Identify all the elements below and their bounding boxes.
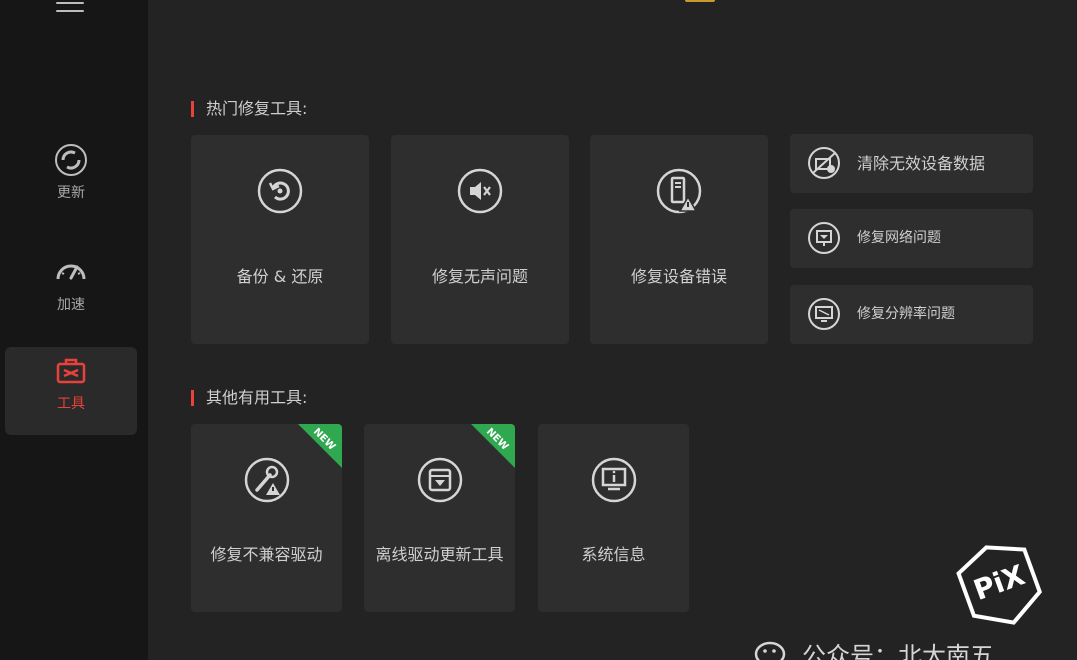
card-label: 备份 & 还原 [236, 267, 324, 286]
hot-tools-title: 热门修复工具: [191, 99, 307, 119]
sidebar-item-label: 更新 [57, 185, 85, 201]
new-badge: NEW [471, 424, 515, 468]
fix-resolution-card[interactable]: 修复分辨率问题 [790, 285, 1033, 344]
clean-invalid-device-card[interactable]: 清除无效设备数据 [790, 134, 1033, 193]
system-info-card[interactable]: 系统信息 [538, 424, 689, 612]
other-tools-title: 其他有用工具: [191, 388, 307, 408]
fix-incompatible-driver-card[interactable]: 修复不兼容驱动 NEW [191, 424, 342, 612]
refresh-circle-icon [55, 144, 87, 176]
fix-device-error-card[interactable]: 修复设备错误 [590, 135, 768, 344]
sidebar: 更新 加速 工具 [0, 0, 148, 660]
fix-network-card[interactable]: 修复网络问题 [790, 209, 1033, 268]
monitor-resolution-icon [808, 298, 840, 330]
fix-no-sound-card[interactable]: 修复无声问题 [391, 135, 569, 344]
card-label: 修复无声问题 [431, 267, 528, 286]
sidebar-item-speed[interactable]: 加速 [5, 248, 137, 336]
card-label: 离线驱动更新工具 [375, 545, 504, 564]
info-monitor-icon [591, 457, 637, 503]
svg-text:PiX: PiX [969, 558, 1029, 607]
sidebar-item-update[interactable]: 更新 [5, 136, 137, 224]
card-label: 修复设备错误 [630, 267, 727, 286]
offline-download-icon [417, 457, 463, 503]
pixtech-watermark-logo: PiX [956, 545, 1043, 625]
app-logo-icon [685, 0, 715, 2]
hamburger-menu-icon[interactable] [56, 0, 84, 16]
backup-restore-card[interactable]: 备份 & 还原 [191, 135, 369, 344]
speaker-mute-icon [457, 168, 503, 214]
new-badge: NEW [298, 424, 342, 468]
backup-restore-icon [257, 168, 303, 214]
sidebar-item-label: 加速 [57, 297, 85, 313]
speedometer-icon [56, 264, 86, 280]
device-clean-icon [808, 147, 840, 179]
app-window: 更新 加速 工具 热门修复工具: 备份 & 还原 修复无声问题 修复设备错误 清… [0, 0, 1077, 660]
sidebar-item-label: 工具 [57, 396, 85, 412]
offline-driver-update-card[interactable]: 离线驱动更新工具 NEW [364, 424, 515, 612]
card-label: 清除无效设备数据 [857, 154, 986, 173]
card-label: 修复网络问题 [857, 230, 941, 246]
toolbox-icon [56, 358, 86, 384]
wrench-warning-icon [244, 457, 290, 503]
sidebar-item-tools[interactable]: 工具 [5, 347, 137, 435]
network-icon [808, 222, 840, 254]
wechat-icon [754, 641, 786, 660]
card-label: 修复不兼容驱动 [210, 545, 323, 564]
card-label: 修复分辨率问题 [857, 306, 955, 322]
card-label: 系统信息 [581, 545, 646, 564]
watermark-text: 公众号：北大南五 [802, 642, 994, 660]
device-warning-icon [656, 168, 702, 214]
